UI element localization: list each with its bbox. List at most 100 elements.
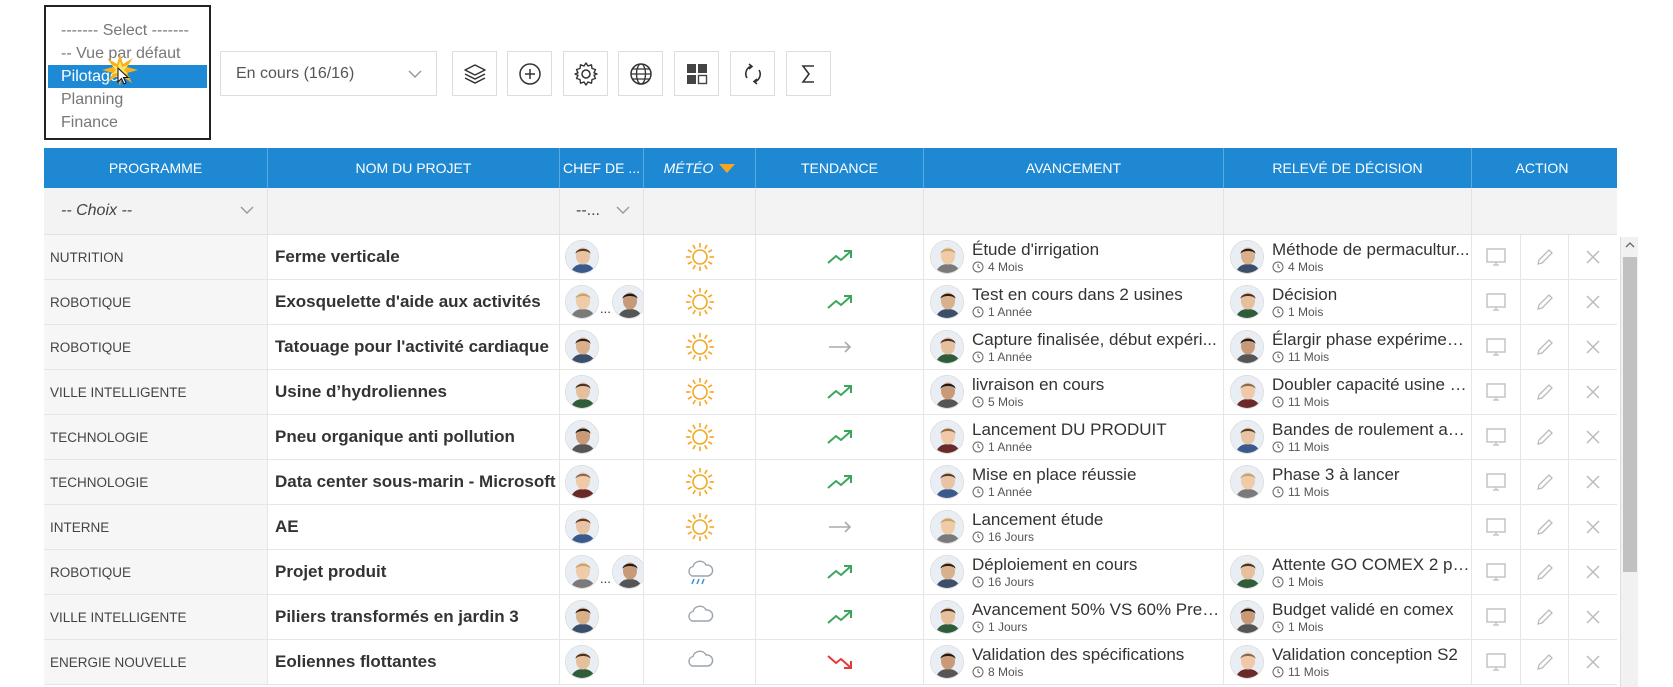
- table-row[interactable]: NUTRITION Ferme verticale Étude d'irrigati…: [44, 235, 1617, 280]
- column-header-nom[interactable]: NOM DU PROJET: [268, 148, 560, 188]
- project-name-cell[interactable]: Exosquelette d'aide aux activités: [268, 280, 560, 324]
- scrollbar-thumb[interactable]: [1623, 257, 1637, 572]
- decision-cell[interactable]: Bandes de roulement ag... 11 Mois: [1224, 415, 1472, 459]
- decision-text: Attente GO COMEX 2 po...: [1272, 554, 1471, 574]
- avancement-cell[interactable]: Déploiement en cours 16 Jours: [924, 550, 1224, 594]
- view-option[interactable]: ------- Select -------: [46, 19, 209, 42]
- delete-button[interactable]: [1569, 235, 1617, 279]
- delete-button[interactable]: [1569, 370, 1617, 414]
- layers-button[interactable]: [452, 51, 497, 96]
- avancement-cell[interactable]: Mise en place réussie 1 Année: [924, 460, 1224, 504]
- project-name-cell[interactable]: Tatouage pour l'activité cardiaque: [268, 325, 560, 369]
- decision-text: Décision: [1272, 284, 1338, 304]
- edit-button[interactable]: [1521, 280, 1570, 324]
- dashboard-button[interactable]: [674, 51, 719, 96]
- table-row[interactable]: TECHNOLOGIE Pneu organique anti pollution…: [44, 415, 1617, 460]
- edit-button[interactable]: [1521, 460, 1570, 504]
- delete-button[interactable]: [1569, 415, 1617, 459]
- table-row[interactable]: TECHNOLOGIE Data center sous-marin - Micr…: [44, 460, 1617, 505]
- view-button[interactable]: [1472, 370, 1521, 414]
- decision-cell[interactable]: Budget validé en comex 1 Mois: [1224, 595, 1472, 639]
- decision-cell[interactable]: Méthode de permacultur... 4 Mois: [1224, 235, 1472, 279]
- programme-filter[interactable]: -- Choix --: [44, 188, 268, 234]
- vertical-scrollbar[interactable]: [1620, 237, 1638, 687]
- project-name-cell[interactable]: Data center sous-marin - Microsoft: [268, 460, 560, 504]
- scroll-up-arrow-icon[interactable]: [1621, 237, 1639, 253]
- avancement-cell[interactable]: Étude d'irrigation 4 Mois: [924, 235, 1224, 279]
- edit-button[interactable]: [1521, 640, 1570, 684]
- column-header-decision[interactable]: RELEVÉ DE DÉCISION: [1224, 148, 1472, 188]
- decision-cell[interactable]: Décision 1 Mois: [1224, 280, 1472, 324]
- decision-cell[interactable]: Doubler capacité usine d... 11 Mois: [1224, 370, 1472, 414]
- edit-button[interactable]: [1521, 235, 1570, 279]
- view-option[interactable]: -- Vue par défaut: [46, 42, 209, 65]
- table-row[interactable]: ROBOTIQUE Projet produit... Déploiement en…: [44, 550, 1617, 595]
- project-name-cell[interactable]: Piliers transformés en jardin 3: [268, 595, 560, 639]
- sum-button[interactable]: [786, 51, 831, 96]
- add-button[interactable]: [507, 51, 552, 96]
- project-name-cell[interactable]: Ferme verticale: [268, 235, 560, 279]
- edit-button[interactable]: [1521, 595, 1570, 639]
- decision-cell[interactable]: Phase 3 à lancer 11 Mois: [1224, 460, 1472, 504]
- table-row[interactable]: ROBOTIQUE Exosquelette d'aide aux activit…: [44, 280, 1617, 325]
- view-button[interactable]: [1472, 550, 1521, 594]
- avancement-cell[interactable]: Lancement DU PRODUIT 1 Année: [924, 415, 1224, 459]
- project-name-cell[interactable]: Pneu organique anti pollution: [268, 415, 560, 459]
- view-button[interactable]: [1472, 280, 1521, 324]
- view-option[interactable]: Finance: [46, 111, 209, 134]
- edit-button[interactable]: [1521, 325, 1570, 369]
- project-name-cell[interactable]: AE: [268, 505, 560, 549]
- view-button[interactable]: [1472, 640, 1521, 684]
- status-filter-dropdown[interactable]: En cours (16/16): [220, 51, 437, 96]
- project-name-cell[interactable]: Projet produit: [268, 550, 560, 594]
- decision-cell[interactable]: [1224, 505, 1472, 549]
- refresh-button[interactable]: [730, 51, 775, 96]
- view-button[interactable]: [1472, 460, 1521, 504]
- edit-button[interactable]: [1521, 370, 1570, 414]
- column-header-programme[interactable]: PROGRAMME: [44, 148, 268, 188]
- edit-button[interactable]: [1521, 415, 1570, 459]
- delete-button[interactable]: [1569, 595, 1617, 639]
- column-header-avancement[interactable]: AVANCEMENT: [924, 148, 1224, 188]
- delete-button[interactable]: [1569, 640, 1617, 684]
- view-button[interactable]: [1472, 505, 1521, 549]
- table-row[interactable]: VILLE INTELLIGENTE Piliers transformés en…: [44, 595, 1617, 640]
- chef-filter[interactable]: --...: [560, 188, 644, 234]
- column-header-chef[interactable]: CHEF DE ...: [560, 148, 644, 188]
- globe-button[interactable]: [618, 51, 663, 96]
- delete-button[interactable]: [1569, 280, 1617, 324]
- view-button[interactable]: [1472, 325, 1521, 369]
- project-name-cell[interactable]: Usine d’hydroliennes: [268, 370, 560, 414]
- project-name-cell[interactable]: Eoliennes flottantes: [268, 640, 560, 684]
- decision-cell[interactable]: Attente GO COMEX 2 po... 1 Mois: [1224, 550, 1472, 594]
- delete-button[interactable]: [1569, 505, 1617, 549]
- avancement-cell[interactable]: Avancement 50% VS 60% Prevu ... 1 Jours: [924, 595, 1224, 639]
- column-header-meteo[interactable]: MÉTÉO: [644, 148, 756, 188]
- view-button[interactable]: [1472, 595, 1521, 639]
- view-selector-list[interactable]: ------- Select ------- -- Vue par défaut…: [44, 5, 211, 140]
- pencil-icon: [1536, 339, 1553, 355]
- sun-icon: [685, 333, 714, 361]
- table-row[interactable]: ROBOTIQUE Tatouage pour l'activité cardia…: [44, 325, 1617, 370]
- view-option-selected[interactable]: Pilotage: [48, 65, 207, 88]
- avancement-cell[interactable]: Test en cours dans 2 usines 1 Année: [924, 280, 1224, 324]
- view-option[interactable]: Planning: [46, 88, 209, 111]
- delete-button[interactable]: [1569, 550, 1617, 594]
- table-row[interactable]: VILLE INTELLIGENTE Usine d’hydroliennes li…: [44, 370, 1617, 415]
- edit-button[interactable]: [1521, 550, 1570, 594]
- avancement-cell[interactable]: Validation des spécifications 8 Mois: [924, 640, 1224, 684]
- delete-button[interactable]: [1569, 325, 1617, 369]
- view-button[interactable]: [1472, 415, 1521, 459]
- avancement-cell[interactable]: Capture finalisée, début expéri... 1 Anné…: [924, 325, 1224, 369]
- view-button[interactable]: [1472, 235, 1521, 279]
- table-row[interactable]: INTERNE AE Lancement étude 16 Jours: [44, 505, 1617, 550]
- column-header-tendance[interactable]: TENDANCE: [756, 148, 924, 188]
- delete-button[interactable]: [1569, 460, 1617, 504]
- avancement-cell[interactable]: Lancement étude 16 Jours: [924, 505, 1224, 549]
- table-row[interactable]: ENERGIE NOUVELLE Eoliennes flottantes Vali…: [44, 640, 1617, 685]
- decision-cell[interactable]: Élargir phase expériment... 11 Mois: [1224, 325, 1472, 369]
- settings-button[interactable]: [563, 51, 608, 96]
- edit-button[interactable]: [1521, 505, 1570, 549]
- avancement-cell[interactable]: livraison en cours 5 Mois: [924, 370, 1224, 414]
- decision-cell[interactable]: Validation conception S2 11 Mois: [1224, 640, 1472, 684]
